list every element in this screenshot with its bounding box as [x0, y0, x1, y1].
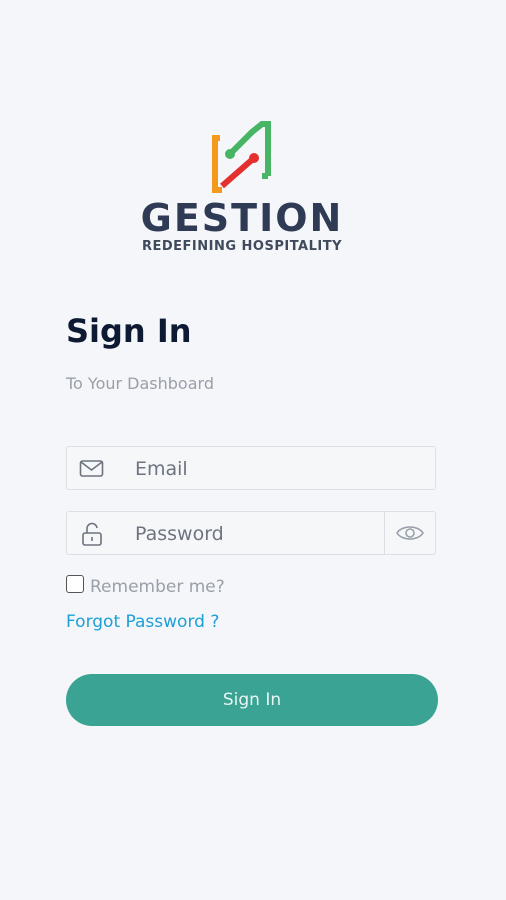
password-input[interactable]	[133, 512, 387, 556]
brand-tagline: REDEFINING HOSPITALITY	[141, 239, 343, 254]
sign-in-button[interactable]: Sign In	[66, 674, 438, 726]
forgot-password-link[interactable]: Forgot Password ?	[66, 612, 219, 632]
page-title: Sign In	[66, 312, 192, 350]
remember-me: Remember me?	[66, 574, 225, 597]
lock-icon	[79, 522, 105, 546]
email-input[interactable]	[133, 447, 387, 491]
password-field[interactable]	[66, 511, 436, 556]
toggle-password-visibility-button[interactable]	[384, 512, 435, 554]
eye-icon	[396, 526, 424, 540]
remember-me-label[interactable]: Remember me?	[90, 577, 225, 597]
email-field[interactable]	[66, 446, 436, 491]
gestion-logo-icon	[212, 121, 271, 193]
page-subtitle: To Your Dashboard	[66, 374, 214, 393]
brand-name: GESTION	[140, 196, 344, 240]
envelope-icon	[79, 457, 105, 481]
remember-me-checkbox[interactable]	[66, 575, 84, 593]
